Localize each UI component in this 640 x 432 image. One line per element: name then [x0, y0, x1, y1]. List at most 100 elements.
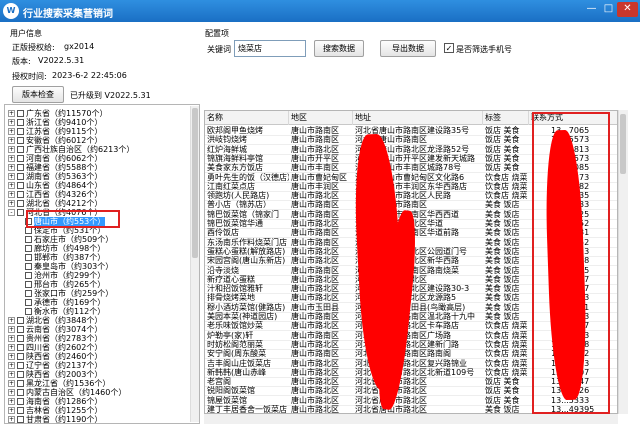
keyword-label: 关键词 [207, 45, 231, 54]
tree-item-label: 云南省（约3074个） [26, 325, 103, 334]
expand-icon[interactable]: + [8, 200, 15, 207]
tree-item-label: 邯郸市（约387个） [34, 253, 106, 262]
expand-icon[interactable]: + [8, 146, 15, 153]
expand-icon[interactable]: + [8, 335, 15, 342]
expand-icon[interactable]: + [8, 416, 15, 423]
tree-item-label: 陕西省（约2003个） [26, 370, 103, 379]
column-header-tag[interactable]: 标签 [483, 111, 529, 125]
expand-icon[interactable]: + [8, 182, 15, 189]
column-header-address[interactable]: 地址 [353, 111, 483, 125]
tree-item-checkbox[interactable] [17, 335, 24, 342]
tree-item-label: 江苏省（约9115个） [26, 127, 103, 136]
tree-item-checkbox[interactable] [17, 416, 24, 423]
tree-item-checkbox[interactable] [17, 389, 24, 396]
expand-icon[interactable]: + [8, 344, 15, 351]
tree-item-label: 吉林省（约1255个） [26, 406, 103, 415]
cell-address: 河北省唐山市路北区 [355, 405, 427, 414]
tree-item-checkbox[interactable] [17, 326, 24, 333]
grid-scrollbar[interactable] [618, 110, 628, 414]
tree-item-checkbox[interactable] [17, 191, 24, 198]
tree-item-checkbox[interactable] [25, 308, 32, 315]
tree-item-checkbox[interactable] [17, 182, 24, 189]
tree-item-checkbox[interactable] [17, 110, 24, 117]
tree-item-checkbox[interactable] [17, 200, 24, 207]
search-button[interactable]: 搜索数据 [314, 40, 364, 57]
close-icon[interactable]: ✕ [617, 2, 638, 17]
expand-icon[interactable]: + [8, 371, 15, 378]
tree-scroll-thumb[interactable] [192, 108, 198, 258]
tree-item-checkbox[interactable] [17, 173, 24, 180]
version-check-button[interactable]: 版本检查 [12, 86, 64, 103]
tree-item-checkbox[interactable] [17, 155, 24, 162]
tree-item-checkbox[interactable] [17, 362, 24, 369]
tree-item-checkbox[interactable] [25, 290, 32, 297]
tree-item-label: 海南省（约1286个） [26, 397, 103, 406]
expand-icon[interactable]: + [8, 155, 15, 162]
expand-icon[interactable]: + [8, 362, 15, 369]
tree-item-checkbox[interactable] [17, 407, 24, 414]
window-title: 行业搜索采集营销词 [23, 9, 113, 20]
tree-item-checkbox[interactable] [17, 146, 24, 153]
cell-region: 唐山市路北区 [291, 405, 339, 414]
tree-item-checkbox[interactable] [17, 164, 24, 171]
tree-item-checkbox[interactable] [17, 398, 24, 405]
tree-item-checkbox[interactable] [25, 254, 32, 261]
tree-item-checkbox[interactable] [17, 380, 24, 387]
tree-item-checkbox[interactable] [25, 272, 32, 279]
tree-item-checkbox[interactable] [17, 119, 24, 126]
maximize-icon[interactable]: □ [600, 2, 617, 17]
expand-icon[interactable]: + [8, 110, 15, 117]
tree-item-checkbox[interactable] [25, 299, 32, 306]
expand-icon[interactable]: + [8, 191, 15, 198]
tree-item-checkbox[interactable] [25, 236, 32, 243]
grid-horizontal-scrollbar[interactable] [204, 414, 618, 424]
version-value: V2022.5.31 [38, 56, 85, 65]
expand-icon[interactable]: + [8, 173, 15, 180]
expand-icon[interactable]: + [8, 317, 15, 324]
expand-icon[interactable]: + [8, 137, 15, 144]
export-button[interactable]: 导出数据 [380, 40, 436, 57]
tree-item-checkbox[interactable] [17, 344, 24, 351]
license-label: 正版授权给: [12, 43, 55, 52]
column-header-name[interactable]: 名称 [205, 111, 289, 125]
expand-icon[interactable]: + [8, 398, 15, 405]
expand-icon[interactable]: + [8, 353, 15, 360]
expand-icon[interactable]: + [8, 164, 15, 171]
cell-tag: 美食 饭店 [485, 405, 520, 414]
tree-item-label: 张家口市（约259个） [34, 289, 114, 298]
expand-icon[interactable]: + [8, 119, 15, 126]
tree-scrollbar[interactable] [190, 106, 199, 422]
tree-item-checkbox[interactable] [25, 263, 32, 270]
tree-item-label: 廊坊市（约498个） [34, 244, 106, 253]
mobile-filter-checkbox[interactable]: ✓ [444, 43, 454, 53]
expand-icon[interactable]: + [8, 380, 15, 387]
user-info-title: 用户信息 [10, 29, 42, 38]
keyword-input[interactable]: 烧菜店 [234, 40, 306, 57]
expand-icon[interactable]: + [8, 128, 15, 135]
phone-column-outline [532, 112, 610, 414]
tree-item-checkbox[interactable] [25, 227, 32, 234]
minimize-icon[interactable]: — [583, 2, 600, 17]
expand-icon[interactable]: + [8, 326, 15, 333]
tree-item-label: 秦皇岛市（约303个） [34, 262, 114, 271]
region-tree[interactable]: + 广东省（约11570个） + 浙江省（约9410个） + 江苏省（约9115个） + 安徽… [4, 104, 200, 424]
expand-icon[interactable]: + [8, 407, 15, 414]
collapse-icon[interactable]: - [8, 209, 15, 216]
tree-item[interactable]: + 甘肃省（约1190个） [8, 415, 102, 423]
grid-scroll-thumb[interactable] [620, 114, 626, 174]
selected-city-highlight [26, 210, 120, 228]
tree-item-checkbox[interactable] [17, 128, 24, 135]
column-header-region[interactable]: 地区 [289, 111, 353, 125]
tree-item-label: 邢台市（约265个） [34, 280, 106, 289]
app-logo-icon: W [3, 3, 19, 19]
tree-item-checkbox[interactable] [17, 317, 24, 324]
tree-item-label: 辽宁省（约2137个） [26, 361, 103, 370]
tree-item-checkbox[interactable] [17, 353, 24, 360]
tree-item-label: 沧州市（约299个） [34, 271, 106, 280]
expand-icon[interactable]: + [8, 389, 15, 396]
tree-item-checkbox[interactable] [25, 281, 32, 288]
tree-item-checkbox[interactable] [25, 245, 32, 252]
tree-item-checkbox[interactable] [17, 209, 24, 216]
tree-item-checkbox[interactable] [17, 371, 24, 378]
tree-item-checkbox[interactable] [17, 137, 24, 144]
